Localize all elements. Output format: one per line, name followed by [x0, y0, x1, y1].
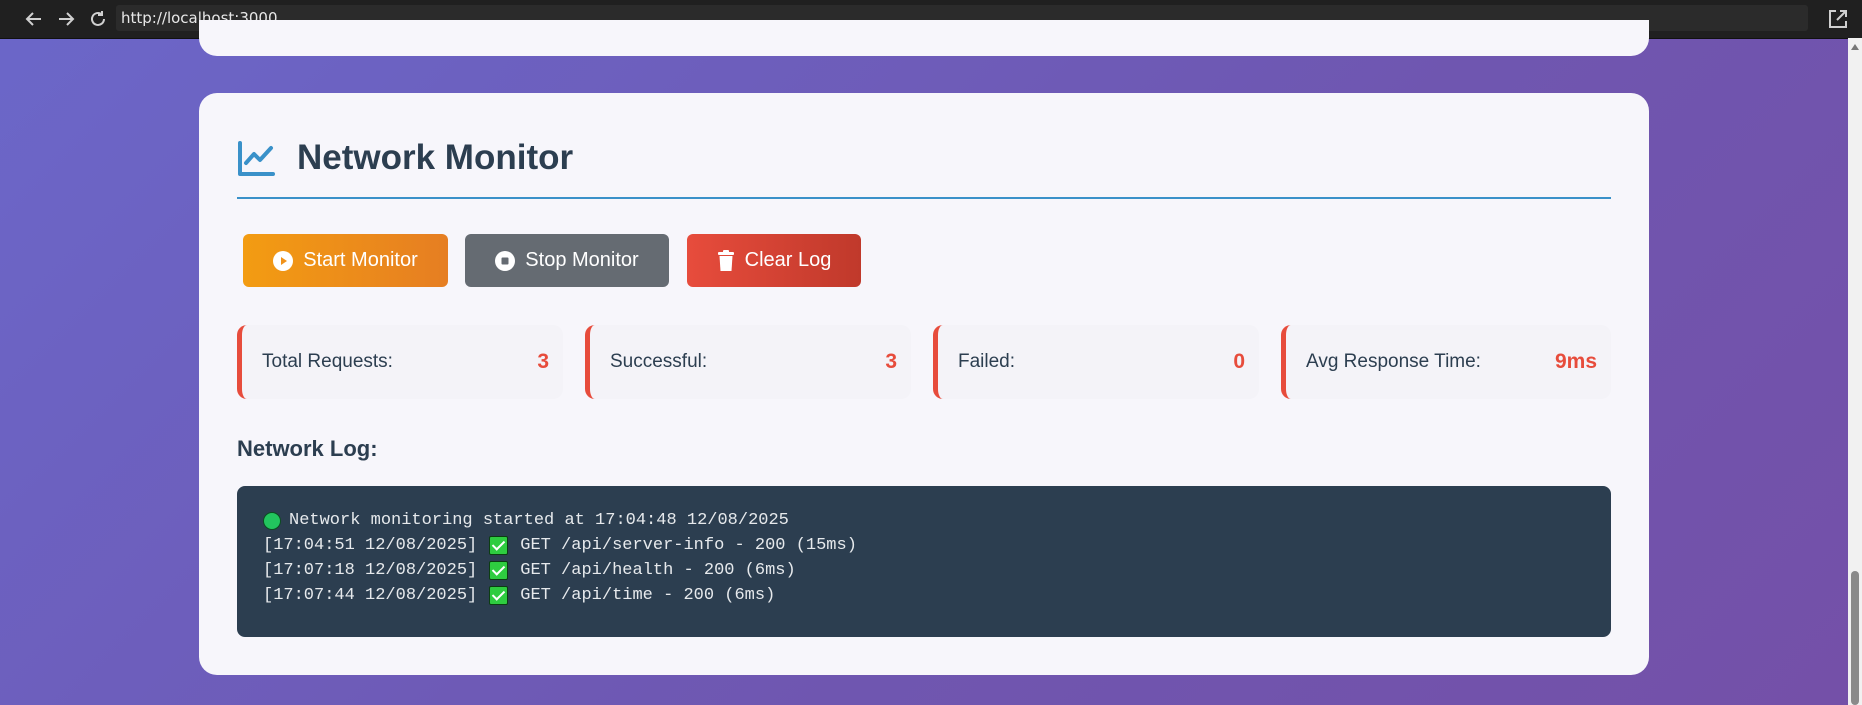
reload-icon — [91, 11, 105, 26]
back-button[interactable] — [18, 3, 50, 35]
stat-label: Successful: — [610, 351, 708, 372]
stat-value: 3 — [537, 350, 549, 373]
stat-value: 0 — [1233, 350, 1245, 373]
network-log-title: Network Log: — [237, 436, 378, 461]
section-title: Network Monitor — [297, 138, 574, 177]
stat-label: Avg Response Time: — [1306, 351, 1481, 372]
stat-label: Failed: — [958, 351, 1016, 372]
log-line: [17:04:51 12/08/2025] GET /api/server-inf… — [263, 533, 1585, 558]
log-text: GET /api/server-info - 200 (15ms) — [520, 536, 857, 555]
chart-line-icon — [238, 141, 275, 176]
log-time: [17:04:51 12/08/2025] — [263, 536, 478, 555]
back-icon — [25, 12, 41, 26]
stop-circle-icon — [495, 250, 516, 271]
play-circle-icon — [273, 250, 294, 271]
log-text: GET /api/health - 200 (6ms) — [520, 561, 796, 580]
stat-value: 3 — [885, 350, 897, 373]
clear-log-label: Clear Log — [744, 249, 832, 271]
stop-monitor-button[interactable]: Stop Monitor — [465, 234, 669, 287]
log-time: [17:07:18 12/08/2025] — [263, 561, 478, 580]
stat-failed: Failed: 0 — [933, 325, 1259, 399]
start-monitor-button[interactable]: Start Monitor — [243, 234, 448, 287]
log-start-text: Network monitoring started at 17:04:48 1… — [289, 511, 789, 530]
log-line: [17:07:44 12/08/2025] GET /api/time - 200… — [263, 583, 1585, 608]
stat-successful: Successful: 3 — [585, 325, 911, 399]
stop-monitor-label: Stop Monitor — [525, 249, 639, 271]
network-log-console[interactable]: Network monitoring started at 17:04:48 1… — [237, 486, 1611, 637]
network-monitor-card: Network Monitor Start Monitor Stop Monit… — [199, 93, 1649, 675]
stat-label: Total Requests: — [262, 351, 393, 372]
trash-icon — [717, 249, 734, 271]
log-line-start: Network monitoring started at 17:04:48 1… — [263, 508, 1585, 533]
stat-value: 9ms — [1554, 350, 1597, 373]
forward-button[interactable] — [50, 3, 82, 35]
check-mark-icon — [489, 561, 509, 580]
scroll-thumb[interactable] — [1851, 571, 1859, 705]
clear-log-button[interactable]: Clear Log — [687, 234, 861, 287]
previous-card — [199, 20, 1649, 56]
scroll-up-arrow-icon[interactable] — [1851, 44, 1859, 50]
stat-avg-response-time: Avg Response Time: 9ms — [1281, 325, 1611, 399]
stat-total-requests: Total Requests: 3 — [237, 325, 563, 399]
log-text: GET /api/time - 200 (6ms) — [520, 586, 776, 605]
green-circle-icon — [263, 511, 281, 530]
log-time: [17:07:44 12/08/2025] — [263, 586, 478, 605]
forward-icon — [59, 12, 75, 26]
section-header: Network Monitor — [237, 137, 1611, 199]
start-monitor-label: Start Monitor — [303, 249, 418, 271]
open-external-icon[interactable] — [1826, 7, 1850, 31]
page-scrollbar[interactable] — [1848, 38, 1862, 705]
log-line: [17:07:18 12/08/2025] GET /api/health - 2… — [263, 558, 1585, 583]
check-mark-icon — [489, 586, 509, 605]
check-mark-icon — [489, 536, 509, 555]
reload-button[interactable] — [82, 3, 114, 35]
stats-row: Total Requests: 3 Successful: 3 Failed: … — [237, 325, 1611, 399]
